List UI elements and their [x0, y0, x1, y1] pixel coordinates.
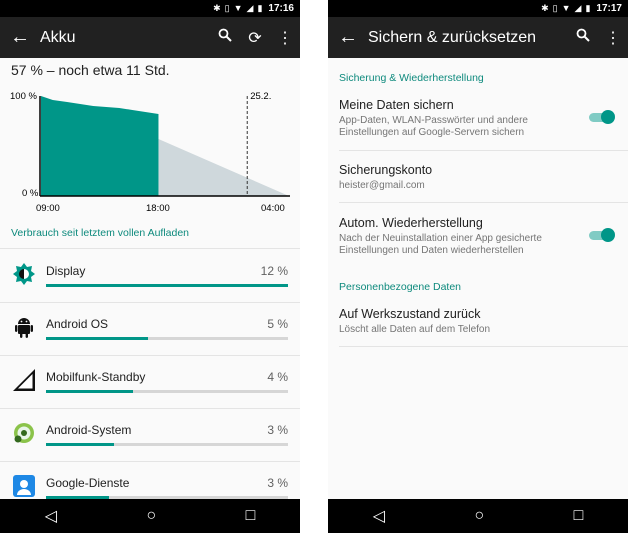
nav-home-icon[interactable]: ○ [474, 507, 484, 525]
status-time: 17:16 [268, 3, 294, 14]
app-name: Google-Dienste [46, 476, 130, 490]
battery-level-area [41, 96, 159, 196]
pref-factory-reset[interactable]: Auf Werkszustand zurück Löscht alle Date… [339, 307, 628, 336]
usage-bar-fill [46, 390, 134, 393]
y-tick-top: 100 % [10, 91, 37, 102]
app-percent: 12 % [260, 264, 288, 278]
app-name: Android-System [46, 423, 132, 437]
overflow-menu-icon[interactable]: ⋮ [270, 28, 300, 48]
search-icon[interactable] [568, 28, 598, 47]
brightness-icon [12, 262, 36, 286]
usage-bar-fill [46, 284, 288, 287]
pref-title: Meine Daten sichern [339, 98, 454, 112]
back-arrow-icon[interactable]: ← [328, 26, 368, 49]
app-percent: 3 % [267, 476, 288, 490]
android-icon [12, 315, 36, 339]
usage-bar-track [46, 443, 288, 446]
app-row-display[interactable]: Display 12 % [0, 250, 300, 302]
divider [0, 248, 300, 249]
toggle-thumb [601, 110, 615, 124]
battery-history-chart[interactable]: 100 % 0 % 09:00 18:00 04:00 25.2. [8, 86, 293, 216]
auto-restore-toggle[interactable] [587, 228, 615, 242]
usage-bar-track [46, 337, 288, 340]
x-tick-end: 04:00 [261, 203, 285, 214]
divider [339, 202, 628, 203]
toolbar: ← Sichern & zurücksetzen ⋮ [328, 17, 628, 58]
pref-summary: App-Daten, WLAN-Passwörter und andere Ei… [339, 115, 528, 138]
app-percent: 4 % [267, 370, 288, 384]
back-arrow-icon[interactable]: ← [0, 26, 40, 49]
app-name: Android OS [46, 317, 109, 331]
page-title: Sichern & zurücksetzen [368, 28, 537, 46]
pref-summary: Nach der Neuinstallation einer App gesic… [339, 233, 542, 256]
wifi-icon: ▼ [233, 3, 243, 13]
divider [339, 150, 628, 151]
signal-icon [12, 368, 36, 392]
backup-data-toggle[interactable] [587, 110, 615, 124]
usage-bar-fill [46, 337, 148, 340]
battery-summary: 57 % – noch etwa 11 Std. [11, 62, 170, 78]
status-bar: ✱ ▯ ▼ ◢ ▮ 17:16 [0, 0, 300, 17]
status-bar: ✱ ▯ ▼ ◢ ▮ 17:17 [328, 0, 628, 17]
app-percent: 3 % [267, 423, 288, 437]
backup-reset-screen: ✱ ▯ ▼ ◢ ▮ 17:17 ← Sichern & zurücksetzen… [328, 0, 628, 533]
pref-summary: heister@gmail.com [339, 180, 425, 191]
battery-screen: ✱ ▯ ▼ ◢ ▮ 17:16 ← Akku ⟳ ⋮ 57 % – noch e… [0, 0, 300, 533]
section-header-backup: Sicherung & Wiederherstellung [339, 72, 484, 84]
usage-bar-fill [46, 443, 114, 446]
nav-back-icon[interactable]: ◁ [373, 506, 385, 526]
pref-title: Sicherungskonto [339, 163, 433, 177]
y-tick-bottom: 0 % [22, 188, 39, 199]
page-title: Akku [40, 28, 76, 46]
pref-auto-restore[interactable]: Autom. Wiederherstellung Nach der Neuins… [339, 216, 628, 257]
divider [339, 346, 628, 347]
x-tick-middle: 18:00 [146, 203, 170, 214]
pref-backup-account[interactable]: Sicherungskonto heister@gmail.com [339, 163, 628, 192]
nav-recents-icon[interactable]: □ [574, 507, 584, 525]
vibrate-icon: ▯ [552, 3, 558, 13]
android-system-icon [12, 421, 36, 445]
projection-area [158, 139, 289, 196]
pref-title: Auf Werkszustand zurück [339, 307, 481, 321]
section-header-personal: Personenbezogene Daten [339, 281, 462, 293]
pref-backup-data[interactable]: Meine Daten sichern App-Daten, WLAN-Pass… [339, 98, 628, 139]
nav-back-icon[interactable]: ◁ [45, 506, 57, 526]
pref-title: Autom. Wiederherstellung [339, 216, 483, 230]
date-marker-label: 25.2. [250, 91, 271, 102]
bluetooth-icon: ✱ [541, 3, 549, 13]
app-row-mobile-standby[interactable]: Mobilfunk-Standby 4 % [0, 356, 300, 408]
toolbar: ← Akku ⟳ ⋮ [0, 17, 300, 58]
battery-icon: ▮ [585, 3, 591, 13]
pref-summary: Löscht alle Daten auf dem Telefon [339, 324, 491, 335]
google-services-icon [12, 474, 36, 498]
usage-bar-track [46, 390, 288, 393]
nav-recents-icon[interactable]: □ [246, 507, 256, 525]
usage-since-charge-link[interactable]: Verbrauch seit letztem vollen Aufladen [11, 227, 189, 239]
refresh-icon[interactable]: ⟳ [240, 28, 270, 48]
cell-signal-icon: ◢ [246, 3, 254, 13]
vibrate-icon: ▯ [224, 3, 230, 13]
battery-icon: ▮ [257, 3, 263, 13]
app-percent: 5 % [267, 317, 288, 331]
app-name: Display [46, 264, 86, 278]
toggle-thumb [601, 228, 615, 242]
navigation-bar: ◁ ○ □ [0, 499, 300, 533]
app-row-android-os[interactable]: Android OS 5 % [0, 303, 300, 355]
wifi-icon: ▼ [561, 3, 571, 13]
app-name: Mobilfunk-Standby [46, 370, 146, 384]
app-row-android-system[interactable]: Android-System 3 % [0, 409, 300, 461]
overflow-menu-icon[interactable]: ⋮ [598, 28, 628, 48]
search-icon[interactable] [210, 28, 240, 47]
status-time: 17:17 [596, 3, 622, 14]
nav-home-icon[interactable]: ○ [146, 507, 156, 525]
navigation-bar: ◁ ○ □ [328, 499, 628, 533]
x-tick-start: 09:00 [36, 203, 60, 214]
cell-signal-icon: ◢ [574, 3, 582, 13]
usage-bar-track [46, 284, 288, 287]
bluetooth-icon: ✱ [213, 3, 221, 13]
